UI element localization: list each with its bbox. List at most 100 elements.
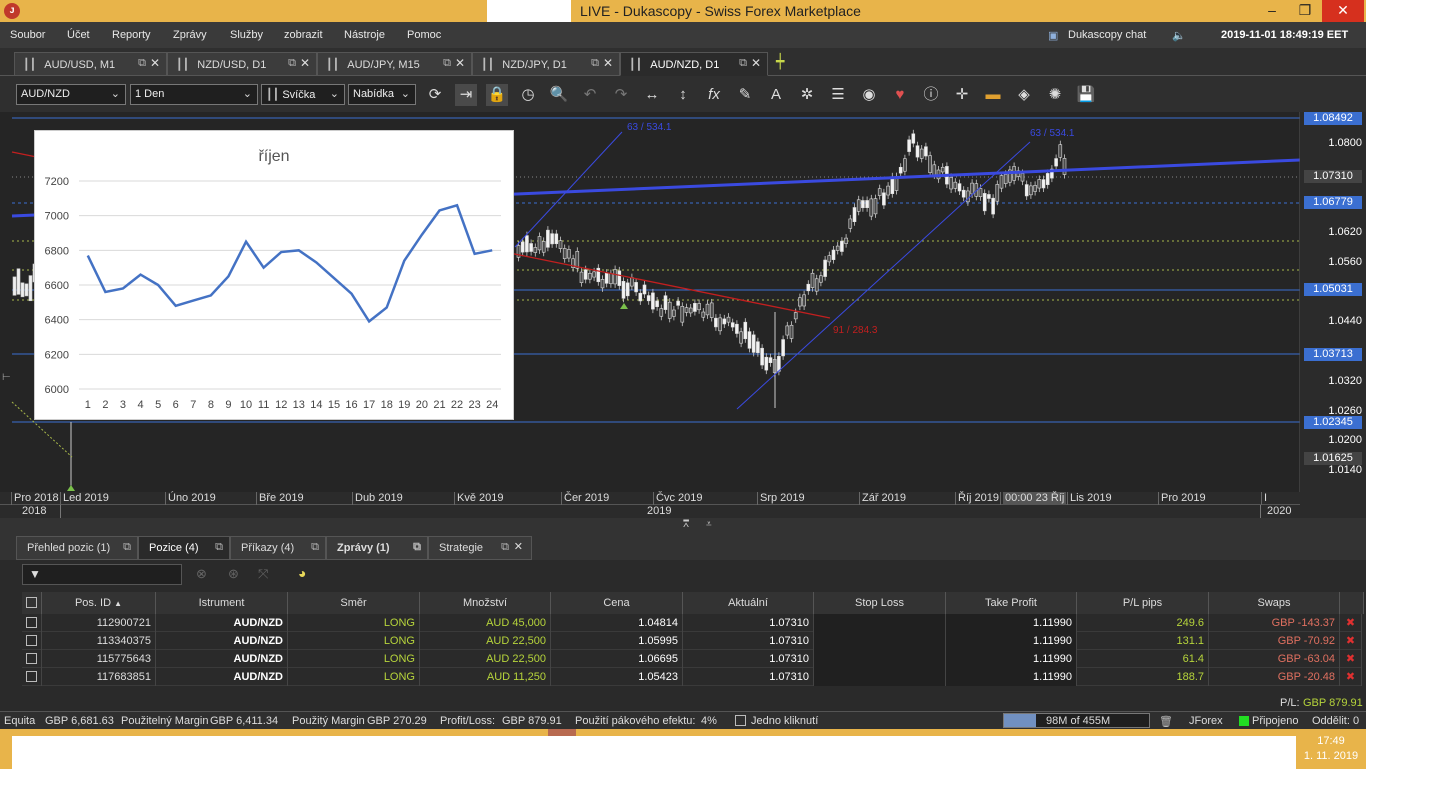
row-checkbox-cell[interactable] xyxy=(22,614,42,632)
close-tab-icon[interactable]: ✕ xyxy=(751,56,761,70)
table-row[interactable]: 112900721 AUD/NZD LONG AUD 45,000 1.04814 1.0… xyxy=(22,614,1362,632)
close-tab-icon[interactable]: ✕ xyxy=(514,540,523,553)
memory-bar[interactable]: 98M of 455M xyxy=(1003,713,1150,728)
save-icon[interactable]: 💾 xyxy=(1075,84,1097,106)
undock-icon[interactable]: ⧉ xyxy=(288,57,296,70)
undock-icon[interactable]: ⧉ xyxy=(739,57,747,70)
close-position-icon[interactable]: ✖ xyxy=(1340,614,1362,632)
checkbox[interactable] xyxy=(26,597,37,608)
col-pos-id[interactable]: Pos. ID ▲ xyxy=(42,592,156,614)
select-all-header[interactable] xyxy=(22,592,42,614)
col-stop-loss[interactable]: Stop Loss xyxy=(814,592,946,614)
undock-icon[interactable]: ⧉ xyxy=(215,541,223,554)
tab-nzd-usd-d1[interactable]: ┃┃ NZD/USD, D1 ⧉ ✕ xyxy=(167,52,317,76)
col-current[interactable]: Aktuální xyxy=(683,592,814,614)
row-checkbox-cell[interactable] xyxy=(22,632,42,650)
speaker-icon[interactable]: 🔈 xyxy=(1172,29,1186,42)
row-checkbox-cell[interactable] xyxy=(22,650,42,668)
text-tool-icon[interactable]: A xyxy=(765,84,787,106)
collapse-up-icon[interactable]: ⩞ xyxy=(683,519,689,530)
info-icon[interactable]: ⓘ xyxy=(920,84,942,106)
close-position-icon[interactable]: ✖ xyxy=(1340,650,1362,668)
checkbox[interactable] xyxy=(26,617,37,628)
pie-chart-icon[interactable]: ◕ xyxy=(298,565,306,581)
trash-icon[interactable]: 🗑 xyxy=(1159,715,1173,728)
filter-input[interactable]: ▼ xyxy=(22,564,182,585)
table-row[interactable]: 115775643 AUD/NZD LONG AUD 22,500 1.06695 1.0… xyxy=(22,650,1362,668)
collapse-down-icon[interactable]: ⩡ xyxy=(706,519,712,530)
tab-strategies[interactable]: Strategie ⧉ ✕ xyxy=(428,536,532,560)
undo-icon[interactable]: ↶ xyxy=(579,84,601,106)
add-chart-icon[interactable]: ┿ xyxy=(776,53,784,70)
taskbar-clock[interactable]: 17:49 1. 11. 2019 xyxy=(1296,734,1366,764)
chat-link[interactable]: Dukascopy chat xyxy=(1068,29,1146,41)
menu-ucet[interactable]: Účet xyxy=(67,29,90,41)
col-pl-pips[interactable]: P/L pips xyxy=(1077,592,1209,614)
close-position-icon[interactable]: ✖ xyxy=(1340,632,1362,650)
col-direction[interactable]: Směr xyxy=(288,592,420,614)
refresh-icon[interactable]: ⟳ xyxy=(424,84,446,106)
alert-icon[interactable]: ♥ xyxy=(889,84,911,106)
undock-icon[interactable]: ⧉ xyxy=(138,57,146,70)
indicators-icon[interactable]: fx xyxy=(703,84,725,106)
tab-aud-jpy-m15[interactable]: ┃┃ AUD/JPY, M15 ⧉ ✕ xyxy=(317,52,472,76)
vertical-scale-icon[interactable]: ↕ xyxy=(672,84,694,106)
taskbar-app-icon[interactable] xyxy=(548,729,576,736)
menu-reporty[interactable]: Reporty xyxy=(112,29,151,41)
close-tab-icon[interactable]: ✕ xyxy=(150,56,160,70)
undock-icon[interactable]: ⧉ xyxy=(591,57,599,70)
table-row[interactable]: 113340375 AUD/NZD LONG AUD 22,500 1.05995 1.0… xyxy=(22,632,1362,650)
close-tab-icon[interactable]: ✕ xyxy=(455,56,465,70)
maximize-button[interactable]: ❐ xyxy=(1288,0,1322,22)
menu-soubor[interactable]: Soubor xyxy=(10,29,45,41)
menu-sluzby[interactable]: Služby xyxy=(230,29,263,41)
zoom-icon[interactable]: 🔍 xyxy=(548,84,570,106)
undock-icon[interactable]: ⧉ xyxy=(501,541,509,554)
tab-aud-nzd-d1[interactable]: ┃┃ AUD/NZD, D1 ⧉ ✕ xyxy=(620,52,768,76)
theme-icon[interactable]: ▬ xyxy=(982,84,1004,106)
checkbox[interactable] xyxy=(26,635,37,646)
shift-chart-icon[interactable]: ⇥ xyxy=(455,84,477,106)
undock-icon[interactable]: ⧉ xyxy=(123,541,131,554)
col-swaps[interactable]: Swaps xyxy=(1209,592,1340,614)
close-tab-icon[interactable]: ✕ xyxy=(300,56,310,70)
chart-type-select[interactable]: ┃┃ Svíčka ⌄ xyxy=(261,84,345,105)
undock-icon[interactable]: ⧉ xyxy=(311,541,319,554)
tab-nzd-jpy-d1[interactable]: ┃┃ NZD/JPY, D1 ⧉ ✕ xyxy=(472,52,620,76)
undock-icon[interactable]: ⧉ xyxy=(443,57,451,70)
undock-icon[interactable]: ⧉ xyxy=(413,541,421,554)
one-click-checkbox[interactable] xyxy=(735,715,746,726)
table-row[interactable]: 117683851 AUD/NZD LONG AUD 11,250 1.05423 1.0… xyxy=(22,668,1362,686)
menu-nastroje[interactable]: Nástroje xyxy=(344,29,385,41)
crosshair-icon[interactable]: ✛ xyxy=(951,84,973,106)
col-price[interactable]: Cena xyxy=(551,592,683,614)
close-position-icon[interactable]: ⊗ xyxy=(196,566,207,582)
close-all-icon[interactable]: ⊛ xyxy=(228,566,239,582)
expand-side-icon[interactable]: ⊢ xyxy=(2,372,11,383)
row-checkbox-cell[interactable] xyxy=(22,668,42,686)
tab-messages[interactable]: Zprávy (1) ⧉ xyxy=(326,536,428,560)
menu-zpravy[interactable]: Zprávy xyxy=(173,29,207,41)
chat-icon[interactable]: ▣ xyxy=(1048,29,1058,42)
close-position-icon[interactable]: ✖ xyxy=(1340,668,1362,686)
tab-orders[interactable]: Příkazy (4) ⧉ xyxy=(230,536,326,560)
offer-side-select[interactable]: Nabídka ⌄ xyxy=(348,84,416,105)
col-amount[interactable]: Množství xyxy=(420,592,551,614)
col-take-profit[interactable]: Take Profit xyxy=(946,592,1077,614)
close-button[interactable]: ✕ xyxy=(1322,0,1364,22)
pencil-icon[interactable]: ✎ xyxy=(734,84,756,106)
october-chart[interactable]: říjen 6000 6200 6400 6600 6800 7000 7200 12345… xyxy=(34,130,514,420)
checkbox[interactable] xyxy=(26,671,37,682)
menu-pomoc[interactable]: Pomoc xyxy=(407,29,441,41)
redo-icon[interactable]: ↷ xyxy=(610,84,632,106)
time-axis[interactable]: Pro 2018 Led 2019 Úno 2019 Bře 2019 Dub 2019… xyxy=(0,492,1366,518)
lock-icon[interactable]: 🔒 xyxy=(486,84,508,106)
minimize-button[interactable]: – xyxy=(1255,0,1289,22)
tab-positions[interactable]: Pozice (4) ⧉ xyxy=(138,536,230,560)
paint-bucket-icon[interactable]: ◈ xyxy=(1013,84,1035,106)
instrument-select[interactable]: AUD/NZD ⌄ xyxy=(16,84,126,105)
merge-icon[interactable]: ⤧ xyxy=(258,566,268,582)
col-instrument[interactable]: Istrument xyxy=(156,592,288,614)
settings-wheel-icon[interactable]: ✺ xyxy=(1044,84,1066,106)
price-axis[interactable]: 1.0800 1.0620 1.0560 1.0440 1.0320 1.026… xyxy=(1300,112,1366,492)
